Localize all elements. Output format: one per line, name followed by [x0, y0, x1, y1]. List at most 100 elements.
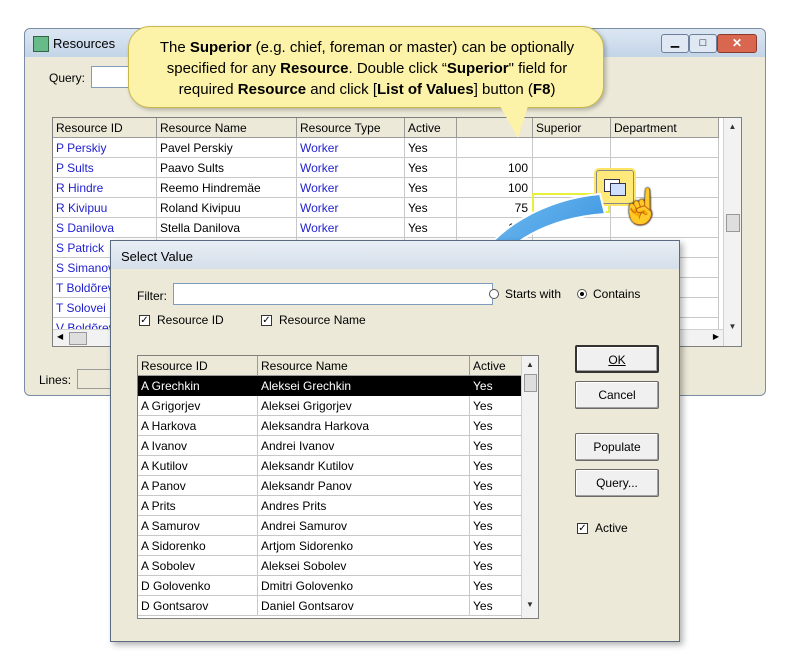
table-cell[interactable]: A Kutilov	[138, 456, 258, 476]
table-cell[interactable]: D Golovenko	[138, 576, 258, 596]
table-cell[interactable]	[457, 138, 533, 158]
table-cell[interactable]: Andrei Samurov	[258, 516, 470, 536]
column-header[interactable]: Resource ID	[138, 356, 258, 376]
list-item[interactable]: A Prits Andres Prits Yes	[138, 496, 522, 516]
table-cell[interactable]: Andrei Ivanov	[258, 436, 470, 456]
list-item[interactable]: A Harkova Aleksandra Harkova Yes	[138, 416, 522, 436]
column-header[interactable]: Resource Type	[297, 118, 405, 138]
table-cell[interactable]: Yes	[470, 556, 522, 576]
list-item[interactable]: A Grechkin Aleksei Grechkin Yes	[138, 376, 522, 396]
table-cell[interactable]: Aleksandr Kutilov	[258, 456, 470, 476]
table-cell[interactable]: Yes	[470, 396, 522, 416]
table-cell[interactable]: R Hindre	[53, 178, 157, 198]
table-cell[interactable]	[611, 138, 719, 158]
list-item[interactable]: A Grigorjev Aleksei Grigorjev Yes	[138, 396, 522, 416]
list-item[interactable]: D Gontsarov Daniel Gontsarov Yes	[138, 596, 522, 616]
table-cell[interactable]: A Grechkin	[138, 376, 258, 396]
table-cell[interactable]: A Sobolev	[138, 556, 258, 576]
table-cell[interactable]: Pavel Perskiy	[157, 138, 297, 158]
ok-button[interactable]: OK	[575, 345, 659, 373]
hscroll-thumb[interactable]	[69, 332, 87, 345]
table-cell[interactable]: Yes	[405, 158, 457, 178]
list-item[interactable]: A Sidorenko Artjom Sidorenko Yes	[138, 536, 522, 556]
column-header[interactable]: Active	[470, 356, 522, 376]
table-cell[interactable]: Roland Kivipuu	[157, 198, 297, 218]
table-cell[interactable]: A Grigorjev	[138, 396, 258, 416]
table-cell[interactable]: A Ivanov	[138, 436, 258, 456]
close-button[interactable]: ✕	[717, 34, 757, 53]
table-cell[interactable]: Paavo Sults	[157, 158, 297, 178]
table-cell[interactable]: Yes	[470, 576, 522, 596]
filter-input[interactable]	[173, 283, 493, 305]
maximize-button[interactable]: □	[689, 34, 717, 53]
table-cell[interactable]: Yes	[470, 516, 522, 536]
values-scroll-down-icon[interactable]: ▼	[522, 600, 538, 609]
table-cell[interactable]: Yes	[470, 456, 522, 476]
minimize-button[interactable]: ▁	[661, 34, 689, 53]
table-cell[interactable]: Yes	[470, 436, 522, 456]
list-item[interactable]: D Golovenko Dmitri Golovenko Yes	[138, 576, 522, 596]
scroll-left-icon[interactable]: ◀	[57, 332, 63, 341]
table-cell[interactable]: S Danilova	[53, 218, 157, 238]
scroll-thumb[interactable]	[726, 214, 740, 232]
table-cell[interactable]: Worker	[297, 218, 405, 238]
table-cell[interactable]	[533, 138, 611, 158]
table-cell[interactable]: P Perskiy	[53, 138, 157, 158]
table-cell[interactable]: 100	[457, 158, 533, 178]
table-cell[interactable]: A Samurov	[138, 516, 258, 536]
table-cell[interactable]: Yes	[405, 138, 457, 158]
scroll-down-icon[interactable]: ▼	[724, 322, 741, 331]
table-cell[interactable]: Yes	[470, 476, 522, 496]
values-vscrollbar[interactable]: ▲ ▼	[521, 356, 538, 618]
populate-button[interactable]: Populate	[575, 433, 659, 461]
table-cell[interactable]: A Prits	[138, 496, 258, 516]
table-cell[interactable]: Worker	[297, 198, 405, 218]
column-header[interactable]: Department	[611, 118, 719, 138]
table-cell[interactable]: Reemo Hindremäe	[157, 178, 297, 198]
cancel-button[interactable]: Cancel	[575, 381, 659, 409]
table-cell[interactable]: Worker	[297, 138, 405, 158]
table-cell[interactable]: Dmitri Golovenko	[258, 576, 470, 596]
query-button[interactable]: Query...	[575, 469, 659, 497]
list-item[interactable]: A Panov Aleksandr Panov Yes	[138, 476, 522, 496]
table-cell[interactable]: R Kivipuu	[53, 198, 157, 218]
table-cell[interactable]: A Harkova	[138, 416, 258, 436]
list-item[interactable]: A Samurov Andrei Samurov Yes	[138, 516, 522, 536]
query-input[interactable]	[91, 66, 131, 88]
column-header[interactable]: Resource ID	[53, 118, 157, 138]
table-cell[interactable]: Stella Danilova	[157, 218, 297, 238]
column-header[interactable]: Superior	[533, 118, 611, 138]
resources-vscrollbar[interactable]: ▲ ▼	[723, 118, 741, 346]
table-cell[interactable]: Aleksei Sobolev	[258, 556, 470, 576]
table-cell[interactable]: Aleksei Grechkin	[258, 376, 470, 396]
table-cell[interactable]: P Sults	[53, 158, 157, 178]
table-cell[interactable]: Aleksei Grigorjev	[258, 396, 470, 416]
table-cell[interactable]: Yes	[470, 496, 522, 516]
table-cell[interactable]: Yes	[470, 596, 522, 616]
values-grid[interactable]: Resource ID Resource Name Active A Grechkin…	[137, 355, 539, 619]
table-cell[interactable]: D Gontsarov	[138, 596, 258, 616]
table-cell[interactable]: A Sidorenko	[138, 536, 258, 556]
column-header[interactable]: Resource Name	[258, 356, 470, 376]
table-cell[interactable]: Yes	[470, 416, 522, 436]
table-cell[interactable]: Daniel Gontsarov	[258, 596, 470, 616]
table-cell[interactable]: A Panov	[138, 476, 258, 496]
scroll-up-icon[interactable]: ▲	[724, 122, 741, 131]
contains-radio[interactable]	[577, 289, 587, 299]
column-header[interactable]: Active	[405, 118, 457, 138]
starts-with-radio[interactable]	[489, 289, 499, 299]
list-item[interactable]: A Ivanov Andrei Ivanov Yes	[138, 436, 522, 456]
table-row[interactable]: P Perskiy Pavel Perskiy Worker Yes	[53, 138, 733, 158]
column-header[interactable]: Resource Name	[157, 118, 297, 138]
table-cell[interactable]: Aleksandr Panov	[258, 476, 470, 496]
table-cell[interactable]: Yes	[470, 376, 522, 396]
list-item[interactable]: A Sobolev Aleksei Sobolev Yes	[138, 556, 522, 576]
table-cell[interactable]: Worker	[297, 158, 405, 178]
active-checkbox[interactable]: ✓	[577, 523, 588, 534]
table-cell[interactable]: Yes	[470, 536, 522, 556]
table-cell[interactable]: Artjom Sidorenko	[258, 536, 470, 556]
values-scroll-thumb[interactable]	[524, 374, 537, 392]
resource-id-checkbox[interactable]: ✓	[139, 315, 150, 326]
list-item[interactable]: A Kutilov Aleksandr Kutilov Yes	[138, 456, 522, 476]
resource-name-checkbox[interactable]: ✓	[261, 315, 272, 326]
